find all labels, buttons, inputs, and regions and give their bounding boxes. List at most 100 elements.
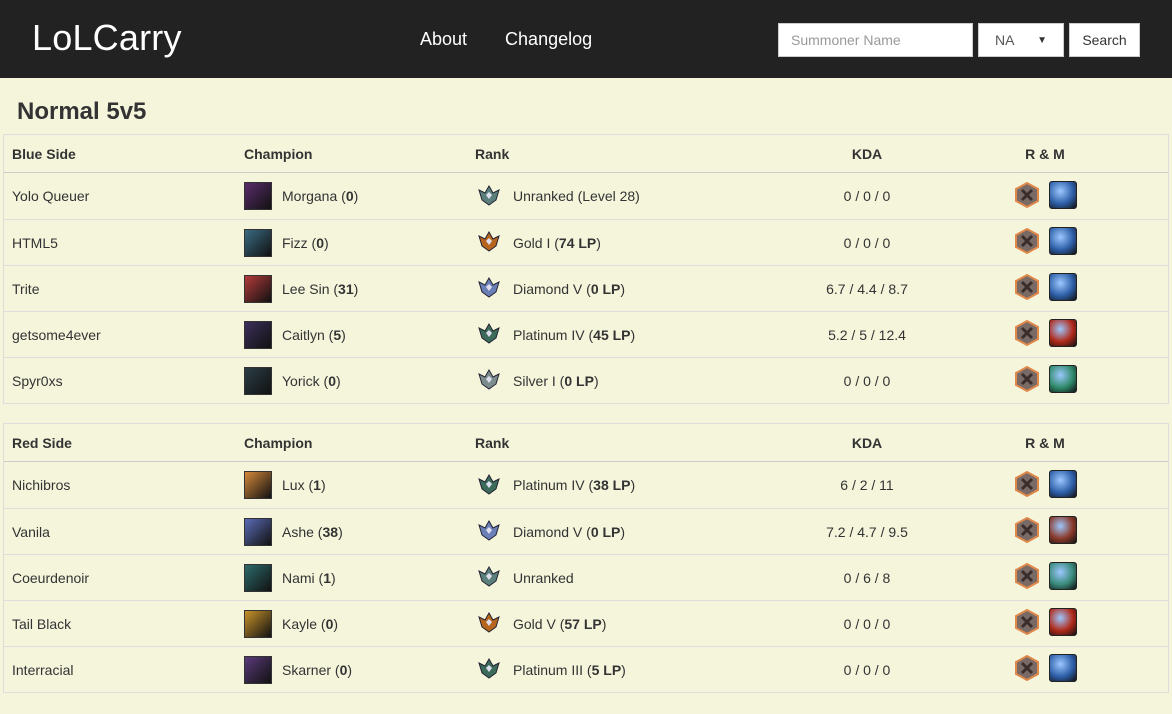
runes-icon[interactable] — [1013, 608, 1041, 639]
mastery-icon[interactable] — [1049, 562, 1077, 590]
rank-tier: Diamond V — [513, 523, 583, 540]
kda-value: 0 / 0 / 0 — [843, 188, 891, 204]
kda-value: 5.2 / 5 / 12.4 — [828, 326, 906, 343]
brand-logo[interactable]: LoLCarry — [32, 17, 182, 59]
champion-portrait-icon — [244, 274, 272, 303]
rank-cell: Silver I (0 LP) — [467, 365, 774, 396]
player-row: Tail Black Kayle (0) Gold V (57 LP) 0 / 0 /… — [4, 600, 1168, 646]
champion-games-close: ) — [347, 661, 353, 678]
champion-cell: Fizz (0) — [236, 228, 467, 257]
runes-masteries-cell — [960, 562, 1120, 593]
champion-games: 0 — [316, 234, 325, 251]
champion-games-close: ) — [320, 477, 326, 493]
rank-tier: Diamond V — [513, 280, 583, 297]
runes-icon[interactable] — [1013, 181, 1041, 212]
runes-icon[interactable] — [1013, 654, 1041, 685]
summoner-name-input[interactable] — [778, 23, 973, 57]
mastery-icon[interactable] — [1049, 319, 1077, 347]
header-side: Blue Side — [12, 145, 76, 162]
runes-icon[interactable] — [1013, 470, 1041, 501]
summoner-name[interactable]: getsome4ever — [4, 327, 236, 343]
rank-tier: Silver I — [513, 372, 556, 389]
champion-games: 1 — [313, 477, 321, 493]
header-rank: Rank — [475, 145, 510, 162]
rank-cell: Platinum IV (38 LP) — [467, 470, 774, 501]
player-row: Coeurdenoir Nami (1) Unranked 0 / 6 / 8 — [4, 554, 1168, 600]
summoner-name[interactable]: HTML5 — [4, 235, 236, 251]
runes-masteries-cell — [960, 469, 1120, 501]
rank-lp: 57 LP — [564, 615, 602, 632]
champion-games: 31 — [338, 280, 354, 297]
mastery-icon[interactable] — [1049, 273, 1077, 301]
champion-cell: Skarner (0) — [236, 655, 467, 684]
runes-icon[interactable] — [1013, 227, 1041, 258]
champion-games: 1 — [323, 569, 332, 586]
summoner-name[interactable]: Trite — [4, 281, 236, 297]
champion-games: 0 — [345, 188, 354, 204]
player-row: getsome4ever Caitlyn (5) Platinum IV (45 L… — [4, 311, 1168, 357]
nav-about-link[interactable]: About — [420, 29, 467, 50]
region-select[interactable]: NA ▼ — [978, 23, 1064, 57]
header-champion: Champion — [244, 145, 313, 162]
kda-value: 0 / 0 / 0 — [843, 615, 891, 632]
mastery-icon[interactable] — [1049, 365, 1077, 393]
champion-games-open: ( — [329, 280, 339, 297]
champion-name: Nami — [282, 569, 315, 586]
red-team-table: Red Side Champion Rank KDA R & M Nichibros Lux… — [3, 423, 1169, 693]
header-side: Red Side — [12, 434, 72, 451]
champion-games: 0 — [328, 372, 336, 389]
champion-games-open: ( — [317, 615, 326, 632]
champion-portrait-icon — [244, 609, 272, 638]
rank-tier: Unranked (Level 28) — [513, 188, 640, 204]
mastery-icon[interactable] — [1049, 227, 1077, 255]
rank-emblem-icon — [475, 365, 513, 396]
runes-icon[interactable] — [1013, 365, 1041, 396]
header-rm: R & M — [1025, 145, 1065, 162]
rank-lp: 45 LP — [593, 326, 631, 343]
runes-icon[interactable] — [1013, 562, 1041, 593]
mastery-icon[interactable] — [1049, 469, 1077, 498]
search-button[interactable]: Search — [1069, 23, 1140, 57]
champion-cell: Lee Sin (31) — [236, 274, 467, 303]
rank-lp: 74 LP — [558, 234, 597, 251]
kda-value: 0 / 6 / 8 — [843, 569, 891, 586]
rank-tier: Platinum IV — [513, 326, 585, 343]
champion-games-close: ) — [324, 234, 329, 251]
summoner-name[interactable]: Nichibros — [4, 477, 236, 493]
rank-emblem-icon — [475, 319, 513, 350]
summoner-name[interactable]: Spyr0xs — [4, 373, 236, 389]
champion-games-open: ( — [313, 523, 323, 540]
summoner-name[interactable]: Vanila — [4, 524, 236, 540]
champion-games-close: ) — [331, 569, 336, 586]
runes-icon[interactable] — [1013, 273, 1041, 304]
summoner-name[interactable]: Interracial — [4, 662, 236, 678]
runes-masteries-cell — [960, 516, 1120, 547]
player-row: Spyr0xs Yorick (0) Silver I (0 LP) 0 / 0 / … — [4, 357, 1168, 403]
champion-portrait-icon — [244, 320, 272, 349]
champion-name: Caitlyn — [282, 326, 325, 343]
runes-icon[interactable] — [1013, 319, 1041, 350]
rank-lp: 5 LP — [591, 661, 622, 678]
champion-games-close: ) — [353, 280, 359, 297]
champion-portrait-icon — [244, 655, 272, 684]
mastery-icon[interactable] — [1049, 654, 1077, 682]
champion-cell: Caitlyn (5) — [236, 320, 467, 349]
runes-icon[interactable] — [1013, 516, 1041, 547]
kda-value: 0 / 0 / 0 — [843, 234, 891, 251]
mastery-icon[interactable] — [1049, 516, 1077, 544]
mastery-icon[interactable] — [1049, 608, 1077, 636]
champion-games-open: ( — [319, 372, 329, 389]
mastery-icon[interactable] — [1049, 180, 1077, 209]
rank-emblem-icon — [475, 470, 513, 501]
champion-cell: Lux (1) — [236, 471, 467, 499]
summoner-name[interactable]: Tail Black — [4, 616, 236, 632]
summoner-name[interactable]: Coeurdenoir — [4, 570, 236, 586]
champion-games-open: ( — [307, 234, 317, 251]
summoner-name[interactable]: Yolo Queuer — [4, 188, 236, 204]
table-header: Blue Side Champion Rank KDA R & M — [4, 135, 1168, 173]
kda-value: 6 / 2 / 11 — [840, 477, 894, 493]
champion-games: 0 — [325, 615, 334, 632]
player-row: Vanila Ashe (38) Diamond V (0 LP) 7.2 / 4.7… — [4, 508, 1168, 554]
runes-masteries-cell — [960, 273, 1120, 304]
nav-changelog-link[interactable]: Changelog — [505, 29, 592, 50]
